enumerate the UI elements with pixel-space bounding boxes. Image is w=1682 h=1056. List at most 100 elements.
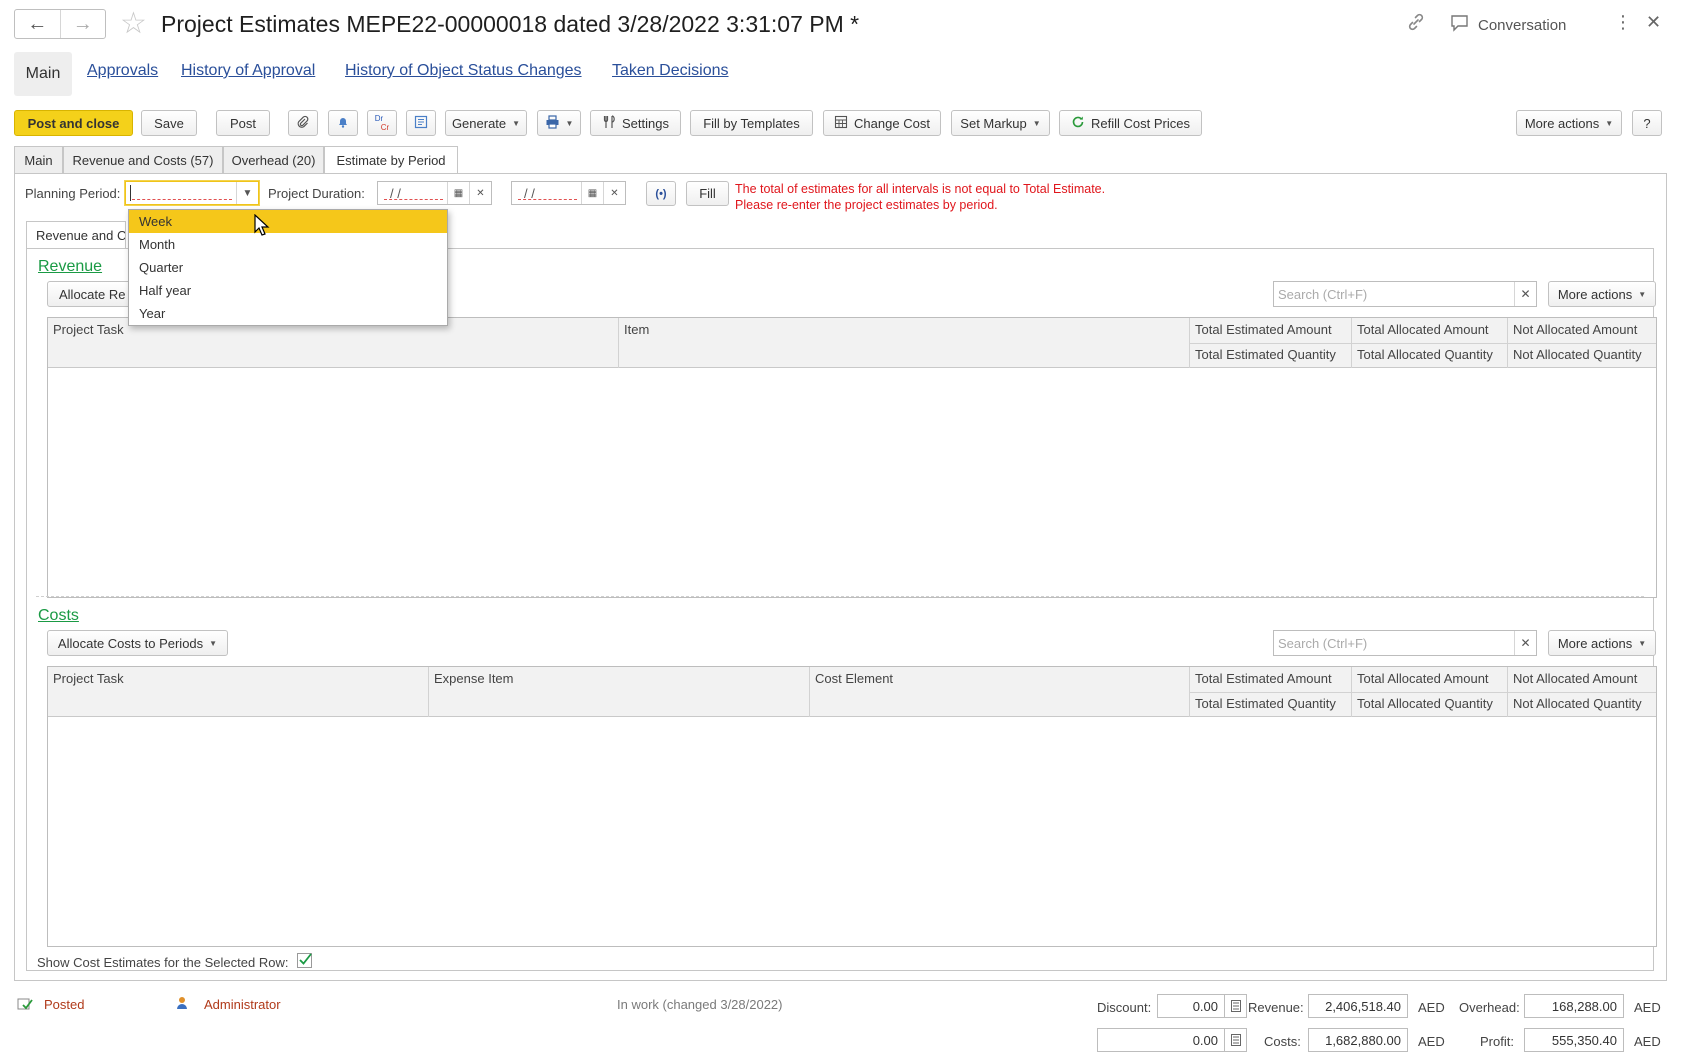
settings-button[interactable]: Settings [590, 110, 681, 136]
cr-label: Cr [380, 123, 390, 132]
reminder-button[interactable] [328, 110, 358, 136]
help-button[interactable]: ? [1632, 110, 1662, 136]
user-text[interactable]: Administrator [204, 997, 281, 1012]
calendar-icon[interactable]: ▦ [447, 182, 469, 204]
required-underline [132, 199, 232, 200]
col-not-allocated-amount[interactable]: Not Allocated Amount [1508, 671, 1656, 686]
col-total-estimated-quantity[interactable]: Total Estimated Quantity [1190, 347, 1350, 362]
more-actions-label: More actions [1524, 115, 1600, 131]
col-project-task[interactable]: Project Task [48, 671, 428, 686]
post-button[interactable]: Post [216, 110, 270, 136]
col-total-allocated-quantity[interactable]: Total Allocated Quantity [1352, 347, 1507, 362]
col-total-allocated-amount[interactable]: Total Allocated Amount [1352, 322, 1507, 337]
nav-main[interactable]: Main [14, 52, 72, 96]
costs-search-placeholder: Search (Ctrl+F) [1278, 636, 1368, 651]
change-cost-button[interactable]: Change Cost [823, 110, 941, 136]
costs-table: Project Task Expense Item Cost Element T… [47, 666, 1657, 947]
allocate-costs-button[interactable]: Allocate Costs to Periods ▼ [47, 630, 228, 656]
conversation-button[interactable]: Conversation [1450, 14, 1566, 36]
dropdown-option-week[interactable]: Week [129, 210, 447, 233]
dropdown-caret-icon: ▼ [1638, 638, 1647, 648]
col-not-allocated-quantity[interactable]: Not Allocated Quantity [1508, 696, 1656, 711]
more-actions-button[interactable]: More actions ▼ [1516, 110, 1622, 136]
profit-label: Profit: [1480, 1034, 1514, 1049]
col-expense-item[interactable]: Expense Item [429, 671, 809, 686]
nav-approvals[interactable]: Approvals [87, 62, 158, 80]
revenue-more-actions-button[interactable]: More actions ▼ [1548, 281, 1656, 307]
state-text: In work (changed 3/28/2022) [617, 997, 783, 1012]
attach-button[interactable] [288, 110, 318, 136]
favorite-star-icon[interactable]: ☆ [120, 7, 147, 41]
print-button[interactable]: ▼ [537, 110, 581, 136]
fill-button[interactable]: Fill [686, 181, 729, 206]
dropdown-option-year[interactable]: Year [129, 302, 447, 325]
error-line-2: Please re-enter the project estimates by… [735, 198, 998, 212]
dropdown-option-month[interactable]: Month [129, 233, 447, 256]
dr-cr-button[interactable]: Dr Cr [367, 110, 397, 136]
dropdown-option-quarter[interactable]: Quarter [129, 256, 447, 279]
costs-title[interactable]: Costs [38, 607, 79, 625]
overhead-currency: AED [1634, 1000, 1661, 1015]
col-cost-element[interactable]: Cost Element [810, 671, 1189, 686]
show-cost-estimates-checkbox[interactable] [297, 953, 312, 968]
date-from-input[interactable]: / / ▦ ✕ [377, 181, 492, 205]
planning-period-label: Planning Period: [25, 186, 121, 201]
costs-table-header: Project Task Expense Item Cost Element T… [48, 667, 1656, 717]
col-total-estimated-amount[interactable]: Total Estimated Amount [1190, 322, 1350, 337]
tab-estimate-by-period[interactable]: Estimate by Period [324, 146, 458, 174]
discount-field[interactable]: 0.00 [1157, 994, 1225, 1018]
bell-icon [336, 115, 350, 132]
tab-overhead[interactable]: Overhead (20) [223, 146, 324, 173]
col-total-allocated-quantity[interactable]: Total Allocated Quantity [1352, 696, 1507, 711]
link-icon[interactable] [1406, 12, 1426, 35]
col-total-allocated-amount[interactable]: Total Allocated Amount [1352, 671, 1507, 686]
clear-icon[interactable]: ✕ [1514, 631, 1536, 655]
required-underline [384, 199, 443, 200]
revenue-title[interactable]: Revenue [38, 258, 102, 276]
fill-by-templates-button[interactable]: Fill by Templates [690, 110, 813, 136]
more-menu-icon[interactable]: ⋮ [1614, 12, 1632, 33]
nav-taken-decisions[interactable]: Taken Decisions [612, 62, 729, 80]
refill-cost-prices-button[interactable]: Refill Cost Prices [1059, 110, 1202, 136]
inner-tab-revenue-and-costs[interactable]: Revenue and Co [26, 221, 126, 248]
col-not-allocated-quantity[interactable]: Not Allocated Quantity [1508, 347, 1656, 362]
col-total-estimated-quantity[interactable]: Total Estimated Quantity [1190, 696, 1350, 711]
section-divider [36, 596, 1644, 597]
required-underline [518, 199, 577, 200]
post-and-close-button[interactable]: Post and close [14, 110, 133, 136]
costs-search-input[interactable]: Search (Ctrl+F) ✕ [1273, 630, 1537, 656]
col-not-allocated-amount[interactable]: Not Allocated Amount [1508, 322, 1656, 337]
tab-revenue-and-costs[interactable]: Revenue and Costs (57) [63, 146, 223, 173]
structure-button[interactable] [406, 110, 436, 136]
profit-field: 555,350.40 [1524, 1028, 1624, 1052]
forward-arrow-icon[interactable]: → [59, 10, 106, 38]
overhead-total-field: 168,288.00 [1524, 994, 1624, 1018]
dropdown-option-half-year[interactable]: Half year [129, 279, 447, 302]
dropdown-arrow-icon[interactable]: ▼ [236, 182, 258, 204]
clear-icon[interactable]: ✕ [1514, 282, 1536, 306]
planning-period-dropdown: Week Month Quarter Half year Year [128, 209, 448, 326]
save-button[interactable]: Save [141, 110, 197, 136]
calendar-icon[interactable]: ▦ [581, 182, 603, 204]
status-text[interactable]: Posted [44, 997, 84, 1012]
nav-history-of-status-changes[interactable]: History of Object Status Changes [345, 62, 582, 80]
col-item[interactable]: Item [619, 322, 1189, 337]
set-markup-button[interactable]: Set Markup ▼ [951, 110, 1050, 136]
tab-main[interactable]: Main [14, 146, 63, 173]
planning-period-input[interactable]: ▼ [125, 181, 259, 205]
col-total-estimated-amount[interactable]: Total Estimated Amount [1190, 671, 1350, 686]
nav-history-of-approval[interactable]: History of Approval [181, 62, 315, 80]
generate-button[interactable]: Generate ▼ [445, 110, 527, 136]
close-icon[interactable]: ✕ [1646, 12, 1661, 33]
costs-more-actions-button[interactable]: More actions ▼ [1548, 630, 1656, 656]
calculator-icon[interactable] [1225, 994, 1247, 1018]
date-to-input[interactable]: / / ▦ ✕ [511, 181, 626, 205]
revenue-search-input[interactable]: Search (Ctrl+F) ✕ [1273, 281, 1537, 307]
clear-icon[interactable]: ✕ [469, 182, 491, 204]
allocate-revenue-button[interactable]: Allocate Re [47, 281, 137, 307]
back-arrow-icon[interactable]: ← [15, 10, 60, 38]
calculator-icon[interactable] [1225, 1028, 1247, 1052]
discount-amount-field[interactable]: 0.00 [1097, 1028, 1225, 1052]
period-select-button[interactable]: (•) [646, 181, 676, 206]
clear-icon[interactable]: ✕ [603, 182, 625, 204]
